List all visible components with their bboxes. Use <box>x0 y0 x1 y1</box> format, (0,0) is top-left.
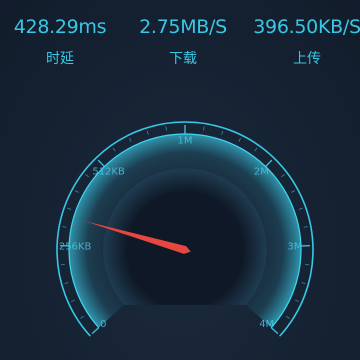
gauge-minor-tick <box>238 137 241 142</box>
gauge-minor-tick <box>80 315 84 319</box>
gauge-minor-tick <box>303 226 308 228</box>
gauge-major-tick <box>91 327 100 335</box>
gauge-minor-tick <box>62 226 67 228</box>
gauge-minor-tick <box>291 190 296 193</box>
gauge-minor-tick <box>165 126 167 131</box>
latency-stat: 428.29ms 时延 <box>0 12 120 68</box>
gauge-minor-tick <box>129 137 132 142</box>
download-value: 2.75MB/S <box>139 16 227 38</box>
upload-value: 396.50KB/S <box>253 16 360 38</box>
download-stat: 2.75MB/S 下载 <box>123 12 243 68</box>
gauge-minor-tick <box>85 174 89 178</box>
gauge-dial: 0256KB512KB1M2M3M4M <box>56 121 314 337</box>
gauge-minor-tick <box>254 147 258 152</box>
gauge-minor-tick <box>112 147 116 152</box>
gauge-minor-tick <box>295 299 300 303</box>
gauge-minor-tick <box>74 190 79 193</box>
stats-bar: 428.29ms 时延 2.75MB/S 下载 396.50KB/S 上传 <box>0 0 360 90</box>
gauge-minor-tick <box>281 174 285 178</box>
gauge-minor-tick <box>203 126 205 131</box>
gauge-minor-tick <box>146 130 149 135</box>
gauge-minor-tick <box>286 315 290 319</box>
latency-label: 时延 <box>46 51 74 67</box>
gauge-minor-tick <box>64 282 69 285</box>
speed-test-screen: 428.29ms 时延 2.75MB/S 下载 396.50KB/S 上传 0 … <box>0 0 360 360</box>
speed-gauge: 0256KB512KB1M2M3M4M <box>0 90 360 360</box>
upload-stat: 396.50KB/S 上传 <box>247 12 360 68</box>
latency-value: 428.29ms <box>13 16 107 38</box>
gauge-minor-tick <box>67 207 72 210</box>
gauge-minor-tick <box>298 207 303 210</box>
upload-label: 上传 <box>293 51 321 67</box>
download-label: 下载 <box>169 51 197 67</box>
gauge-minor-tick <box>301 282 306 285</box>
gauge-minor-tick <box>70 299 75 303</box>
gauge-minor-tick <box>221 130 224 135</box>
